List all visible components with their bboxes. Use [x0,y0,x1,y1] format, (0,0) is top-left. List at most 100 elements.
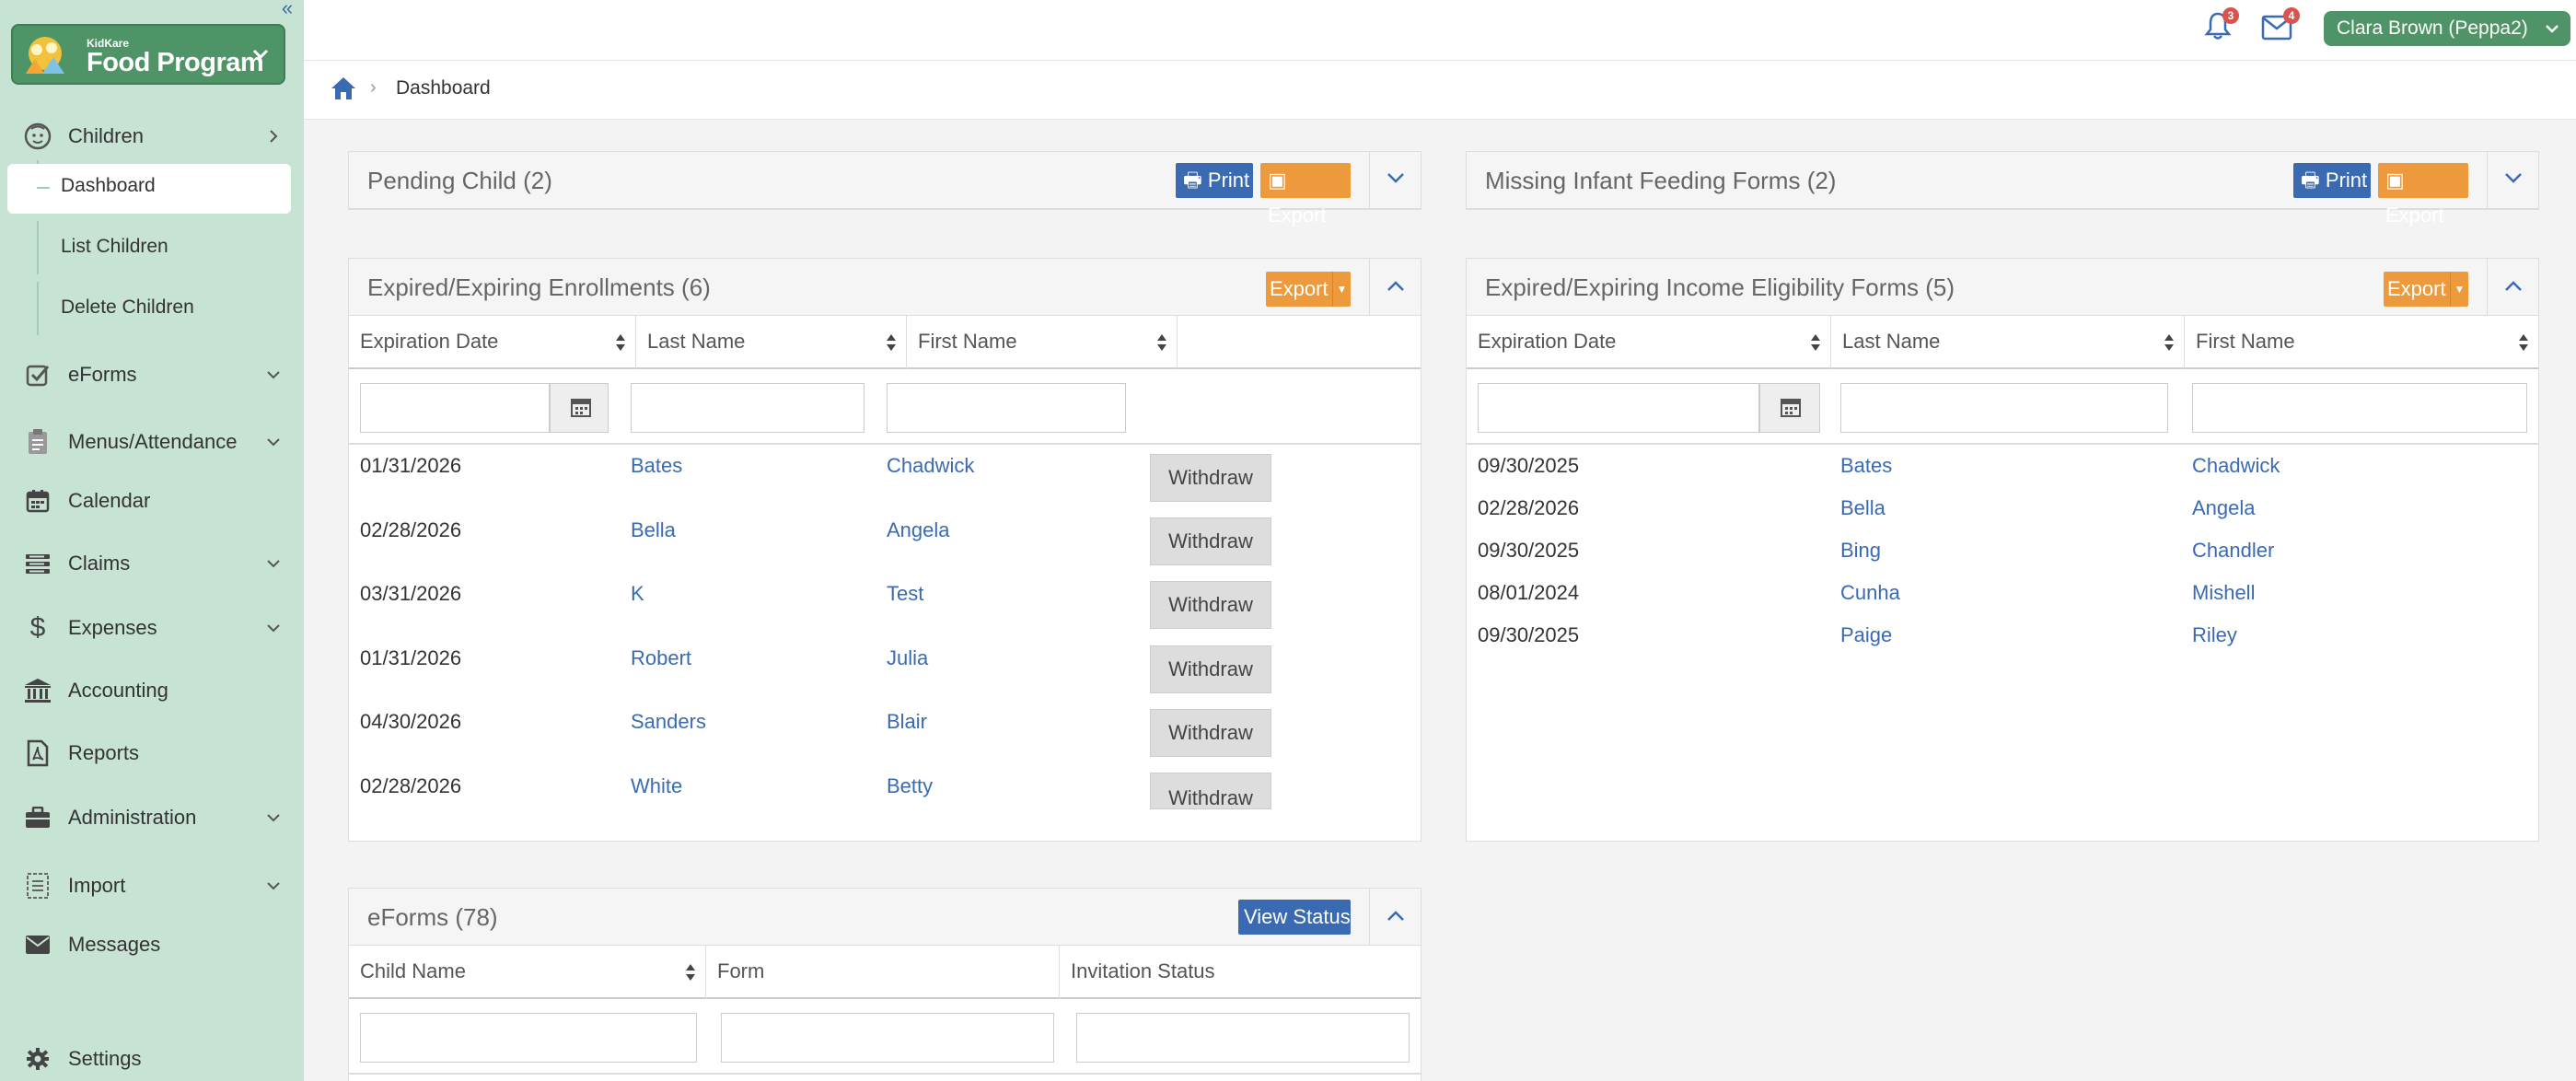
print-button[interactable]: 🖶 Print [2293,163,2371,198]
sidebar-item-expenses[interactable]: $ Expenses [0,600,304,656]
child-name-filter[interactable] [360,1013,697,1063]
column-header-form[interactable]: Form [706,946,1060,999]
withdraw-button[interactable]: Withdraw [1150,581,1271,629]
withdraw-button[interactable]: Withdraw [1150,645,1271,693]
last-name-link[interactable]: Bella [1840,496,1886,520]
first-name-link[interactable]: Riley [2192,623,2237,647]
last-name-link[interactable]: Paige [1840,623,1892,647]
sidebar-item-eforms[interactable]: eForms [0,347,304,402]
last-name-link[interactable]: Bella [631,518,676,542]
withdraw-button[interactable]: Withdraw [1150,709,1271,757]
withdraw-button[interactable]: Withdraw [1150,517,1271,565]
last-name-link[interactable]: Cunha [1840,581,1900,605]
sidebar-item-calendar[interactable]: Calendar [0,473,304,529]
collapse-panel-button[interactable] [1369,889,1421,946]
form-filter[interactable] [721,1013,1054,1063]
date-picker-button[interactable] [1759,383,1820,433]
first-name-link[interactable]: Chandler [2192,539,2274,563]
collapse-panel-button[interactable] [2487,259,2538,316]
chevron-down-icon [252,49,269,60]
sidebar-sub-dashboard[interactable]: Dashboard [0,160,304,214]
sort-icon [1157,334,1166,351]
export-button[interactable]: ▣ Export [1260,163,1351,227]
notifications-button[interactable]: 3 [2204,7,2239,44]
sidebar-item-claims[interactable]: Claims [0,536,304,591]
panel-title: Expired/Expiring Income Eligibility Form… [1485,273,1955,301]
sidebar-item-settings[interactable]: Settings [0,1031,304,1081]
column-header-last-name[interactable]: Last Name [636,316,907,369]
last-name-link[interactable]: K [631,582,644,606]
home-icon[interactable] [330,76,357,101]
last-name-filter[interactable] [631,383,864,433]
chevron-down-icon [2505,173,2522,183]
last-name-link[interactable]: Bates [1840,454,1892,478]
sidebar-item-import[interactable]: Import [0,858,304,913]
withdraw-button[interactable]: Withdraw [1150,454,1271,502]
sidebar-sub-label: List Children [61,236,168,257]
collapse-panel-button[interactable] [1369,259,1421,316]
first-name-link[interactable]: Chadwick [2192,454,2280,478]
user-menu-button[interactable]: Clara Brown (Peppa2) [2324,11,2570,46]
expiration-date-cell: 09/30/2025 [1478,539,1580,562]
sidebar-item-accounting[interactable]: Accounting [0,663,304,718]
sidebar-item-administration[interactable]: Administration [0,790,304,845]
first-name-link[interactable]: Mishell [2192,581,2255,605]
chevron-up-icon [1387,911,1404,921]
panel-title: Missing Infant Feeding Forms (2) [1485,167,1837,194]
column-header-invitation-status[interactable]: Invitation Status [1060,946,1421,999]
program-switcher[interactable]: KidKare Food Program [11,24,285,85]
sidebar-item-messages[interactable]: Messages [0,917,304,972]
withdraw-button[interactable]: Withdraw [1150,773,1271,809]
collapse-sidebar-icon[interactable]: « [276,0,298,18]
first-name-filter[interactable] [887,383,1126,433]
breadcrumb: › Dashboard [304,61,2576,120]
date-picker-button[interactable] [550,383,609,433]
last-name-link[interactable]: White [631,774,682,798]
first-name-link[interactable]: Test [887,582,923,606]
first-name-link[interactable]: Chadwick [887,454,974,478]
sidebar-sub-list-children[interactable]: List Children [0,221,304,274]
expiration-date-filter[interactable] [1478,383,1759,433]
export-dropdown-button[interactable]: Export ▼ [1266,272,1351,307]
export-dropdown-button[interactable]: Export ▼ [2384,272,2468,307]
sidebar-item-menus-attendance[interactable]: Menus/Attendance [0,414,304,470]
caret-down-icon: ▼ [2450,272,2468,307]
user-name: Clara Brown (Peppa2) [2337,17,2528,39]
first-name-link[interactable]: Blair [887,710,927,734]
column-header-expiration-date[interactable]: Expiration Date [349,316,636,369]
envelope-icon [24,931,52,959]
first-name-filter[interactable] [2192,383,2527,433]
messages-button[interactable]: 4 [2261,7,2300,44]
tree-line [37,221,39,274]
sidebar-item-children[interactable]: Children [0,109,304,164]
panel-header: eForms (78) View Status [349,889,1421,946]
last-name-link[interactable]: Robert [631,646,691,670]
expand-panel-button[interactable] [1369,152,1421,209]
first-name-link[interactable]: Angela [887,518,950,542]
sidebar-item-reports[interactable]: Reports [0,726,304,781]
view-status-button[interactable]: View Status [1238,900,1351,935]
column-label: Invitation Status [1071,959,1215,982]
calendar-icon [1781,399,1801,417]
column-label: Last Name [1842,330,1941,353]
sidebar-sub-delete-children[interactable]: Delete Children [0,282,304,335]
first-name-link[interactable]: Julia [887,646,928,670]
chevron-down-icon [267,560,280,568]
sidebar-item-label: Administration [68,806,197,829]
last-name-link[interactable]: Bates [631,454,682,478]
column-header-first-name[interactable]: First Name [907,316,1178,369]
last-name-link[interactable]: Sanders [631,710,706,734]
column-header-last-name[interactable]: Last Name [1831,316,2185,369]
first-name-link[interactable]: Betty [887,774,933,798]
column-header-child-name[interactable]: Child Name [349,946,706,999]
last-name-filter[interactable] [1840,383,2168,433]
column-header-expiration-date[interactable]: Expiration Date [1467,316,1831,369]
expand-panel-button[interactable] [2487,152,2538,209]
print-button[interactable]: 🖶 Print [1176,163,1253,198]
last-name-link[interactable]: Bing [1840,539,1881,563]
column-header-first-name[interactable]: First Name [2185,316,2538,369]
expiration-date-filter[interactable] [360,383,550,433]
first-name-link[interactable]: Angela [2192,496,2256,520]
invitation-status-filter[interactable] [1076,1013,1410,1063]
export-button[interactable]: ▣ Export [2378,163,2468,227]
